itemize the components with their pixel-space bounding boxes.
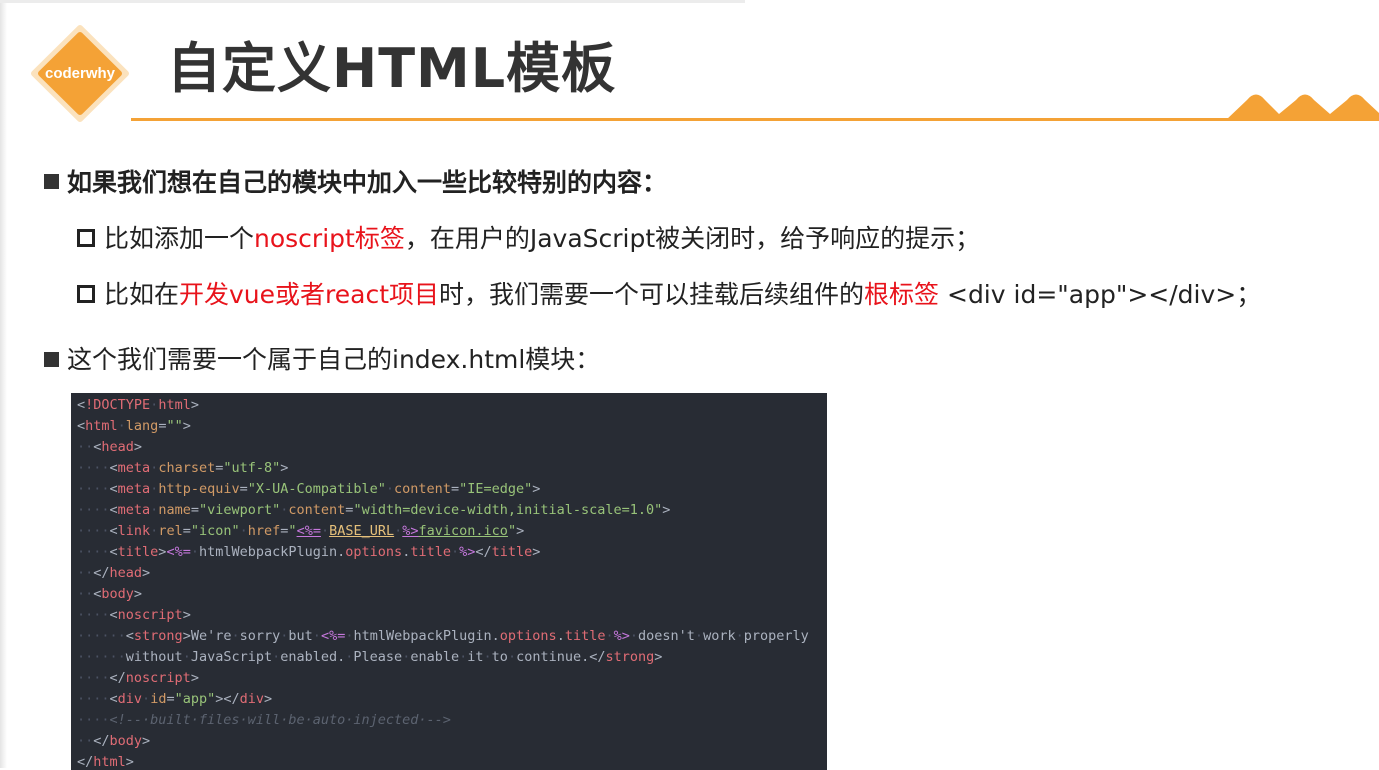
square-bullet-icon <box>44 352 59 367</box>
bullet-text: 如果我们想在自己的模块中加入一些比较特别的内容： <box>67 166 667 200</box>
code-line: ··</head> <box>77 565 151 581</box>
highlight-vue-react: 开发vue或者react项目 <box>179 280 440 309</box>
code-line: ····<div·id="app"></div> <box>77 691 273 707</box>
code-line: ····<meta·http-equiv="X-UA-Compatible"·c… <box>77 481 541 497</box>
hollow-square-bullet-icon <box>77 285 95 303</box>
sub-bullet-text: 比如在开发vue或者react项目时，我们需要一个可以挂载后续组件的根标签 <d… <box>104 278 1261 312</box>
logo-text: coderwhy <box>45 65 116 82</box>
bullet-1-text: 如果我们想在自己的模块中加入一些比较特别的内容： <box>67 168 668 197</box>
highlight-noscript: noscript标签 <box>254 224 405 253</box>
code-line: ······<strong>We're·sorry·but·<%=·htmlWe… <box>77 628 809 644</box>
bullet-4-text: 这个我们需要一个属于自己的index.html模块： <box>67 345 601 374</box>
code-line: <html·lang=""> <box>77 418 191 434</box>
text-segment: ，在用户的JavaScript被关闭时，给予响应的提示； <box>404 224 981 253</box>
code-line: ··</body> <box>77 733 151 749</box>
text-segment: 比如在 <box>104 280 180 309</box>
text-segment: 时，我们需要一个可以挂载后续组件的 <box>439 280 865 309</box>
title-underline <box>131 118 1379 121</box>
hollow-square-bullet-icon <box>77 229 95 247</box>
code-line: ····<noscript> <box>77 607 191 623</box>
bullet-text: 这个我们需要一个属于自己的index.html模块： <box>67 343 600 377</box>
highlight-root-tag: 根标签 <box>864 280 940 309</box>
sub-bullet-text: 比如添加一个noscript标签，在用户的JavaScript被关闭时，给予响应… <box>104 222 980 256</box>
code-block: <!DOCTYPE·html> <html·lang=""> ··<head> … <box>71 393 827 770</box>
code-line: ····<meta·charset="utf-8"> <box>77 460 289 476</box>
code-line: ······without·JavaScript·enabled.·Please… <box>77 649 663 665</box>
top-band <box>0 0 745 3</box>
wave-decoration <box>1226 94 1379 120</box>
code-line: <!DOCTYPE·html> <box>77 397 199 413</box>
code-line: ····</noscript> <box>77 670 199 686</box>
text-segment: <div id="app"></div>； <box>939 280 1262 309</box>
page-title: 自定义HTML模板 <box>167 37 617 100</box>
code-line: ··<body> <box>77 586 143 602</box>
code-line: ··<head> <box>77 439 143 455</box>
code-line: ····<meta·name="viewport"·content="width… <box>77 502 671 518</box>
coderwhy-logo: coderwhy <box>31 25 129 122</box>
code-line: ····<title><%=·htmlWebpackPlugin.options… <box>77 544 541 560</box>
square-bullet-icon <box>44 174 59 189</box>
code-line: ····<link·rel="icon"·href="<%=·BASE_URL·… <box>77 523 525 539</box>
code-line: </html> <box>77 754 134 770</box>
code-line: ····<!--·built·files·will·be·auto·inject… <box>77 712 451 728</box>
text-segment: 比如添加一个 <box>104 224 255 253</box>
left-edge-shadow <box>0 0 7 768</box>
